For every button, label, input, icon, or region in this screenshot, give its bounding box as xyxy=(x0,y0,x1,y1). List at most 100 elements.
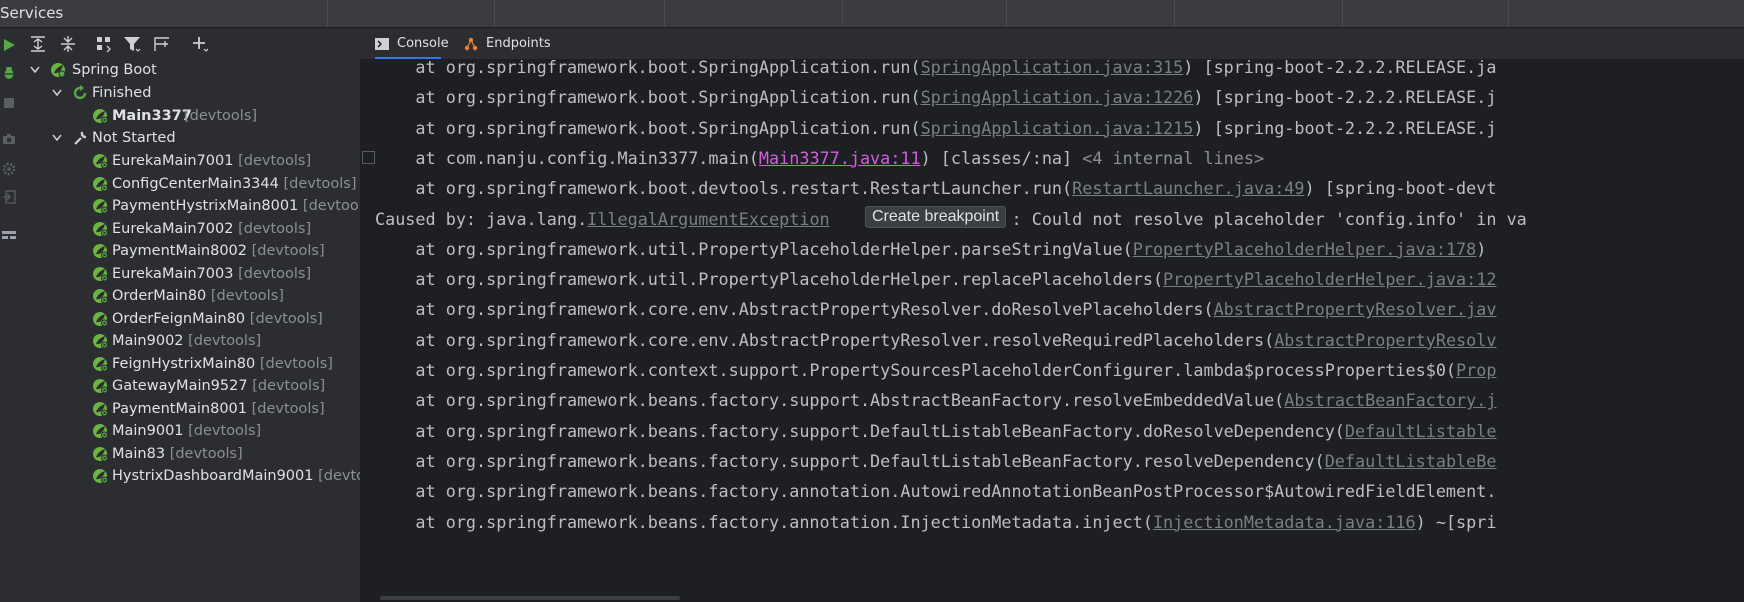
scrollbar-thumb[interactable] xyxy=(380,596,680,600)
service-tag: [devtools] xyxy=(251,400,325,417)
run-icon[interactable] xyxy=(2,38,16,52)
console-text: at org.springframework.core.env.Abstract… xyxy=(375,299,1214,320)
add-icon[interactable] xyxy=(190,34,210,54)
console-text: at com.nanju.config.Main3377.main( xyxy=(375,147,759,168)
chevron-down-icon[interactable] xyxy=(52,89,62,97)
tree-item-service[interactable]: OrderMain80 [devtools] xyxy=(20,285,360,307)
console-line: at org.springframework.boot.devtools.res… xyxy=(375,173,1496,203)
rerun-icon xyxy=(73,85,87,100)
service-tag: [devtools] xyxy=(259,355,333,372)
source-link[interactable]: PropertyPlaceholderHelper.java:178 xyxy=(1133,239,1477,259)
tree-node-finished[interactable]: Finished xyxy=(20,82,360,104)
spring-boot-app-icon xyxy=(93,176,108,191)
camera-icon[interactable] xyxy=(2,132,16,146)
tree-item-service[interactable]: Main9002 [devtools] xyxy=(20,330,360,352)
service-tag: [devtools] xyxy=(238,265,312,282)
tree-item-service[interactable]: PaymentMain8001 [devtools] xyxy=(20,398,360,420)
title-divider xyxy=(1342,0,1343,27)
source-link[interactable]: SpringApplication.java:1215 xyxy=(921,118,1194,138)
expand-all-icon[interactable] xyxy=(28,34,48,54)
fold-icon[interactable] xyxy=(362,151,375,164)
layout-icon[interactable] xyxy=(2,228,16,242)
source-link[interactable]: DefaultListable xyxy=(1345,421,1497,441)
spring-boot-app-icon xyxy=(93,244,108,259)
source-link[interactable]: InjectionMetadata.java:116 xyxy=(1153,512,1416,532)
source-link[interactable]: PropertyPlaceholderHelper.java:12 xyxy=(1163,269,1496,289)
console-text: at org.springframework.beans.factory.ann… xyxy=(375,511,1153,532)
debug-icon[interactable] xyxy=(2,66,16,80)
console-text: at org.springframework.boot.SpringApplic… xyxy=(375,87,921,108)
internal-lines-fold[interactable]: <4 internal lines> xyxy=(1082,148,1264,168)
console-text: at org.springframework.util.PropertyPlac… xyxy=(375,269,1164,290)
title-divider xyxy=(842,0,843,27)
console-text: at org.springframework.boot.SpringApplic… xyxy=(375,60,921,77)
console-output[interactable]: at org.springframework.beans.factory.ann… xyxy=(360,60,1744,602)
source-link[interactable]: AbstractBeanFactory.j xyxy=(1284,390,1496,410)
source-link[interactable]: Main3377.java:11 xyxy=(759,148,921,168)
console-line: at org.springframework.beans.factory.ann… xyxy=(375,476,1496,506)
console-text: ) [spring-boot-2.2.2.RELEASE.ja xyxy=(1183,60,1497,77)
console-text: Caused by: java.lang. xyxy=(375,208,588,229)
horizontal-scrollbar[interactable] xyxy=(360,594,1744,602)
console-text: ) [spring-boot-devt xyxy=(1304,178,1497,199)
tree-item-service[interactable]: ConfigCenterMain3344 [devtools] xyxy=(20,173,360,195)
tree-item-service[interactable]: GatewayMain9527 [devtools] xyxy=(20,375,360,397)
service-name: Main9002 [devtools] xyxy=(112,333,262,349)
title-bar: Services xyxy=(0,0,1744,28)
source-link[interactable]: RestartLauncher.java:49 xyxy=(1072,178,1304,198)
tab-endpoints[interactable]: Endpoints xyxy=(464,28,551,59)
spring-boot-app-icon xyxy=(93,401,108,416)
service-name: EurekaMain7002 [devtools] xyxy=(112,220,312,237)
source-link[interactable]: SpringApplication.java:1226 xyxy=(921,87,1194,107)
service-tag: [devtools] xyxy=(238,153,312,169)
tree-item-service[interactable]: FeignHystrixMain80 [devtools] xyxy=(20,353,360,375)
tree-node-label: Not Started xyxy=(92,130,176,146)
source-link[interactable]: SpringApplication.java:315 xyxy=(921,60,1184,77)
source-link[interactable]: AbstractPropertyResolv xyxy=(1274,330,1496,350)
console-tabs: Console Endpoints xyxy=(360,28,1744,60)
service-tag: [devtools] xyxy=(184,108,258,124)
tree-node-spring-boot[interactable]: Spring Boot xyxy=(20,59,360,81)
tree-node-label: Spring Boot xyxy=(72,62,157,78)
spring-boot-app-icon xyxy=(93,424,108,439)
stop-icon[interactable] xyxy=(2,96,16,110)
source-link[interactable]: Prop xyxy=(1456,360,1496,380)
exit-icon[interactable] xyxy=(2,190,16,204)
source-link[interactable]: AbstractPropertyResolver.jav xyxy=(1214,299,1497,319)
spring-boot-app-icon xyxy=(93,199,108,214)
tree-item-service[interactable]: HystrixDashboardMain9001 [devtools] xyxy=(20,465,360,487)
settings-icon[interactable] xyxy=(2,162,16,176)
console-text: at org.springframework.context.support.P… xyxy=(375,360,1457,380)
tree-item-service[interactable]: Main3377 [devtools] xyxy=(20,105,360,127)
group-icon[interactable] xyxy=(94,34,114,54)
source-link[interactable]: IllegalArgumentException xyxy=(587,209,829,229)
tree-item-service[interactable]: EurekaMain7002 [devtools] xyxy=(20,218,360,240)
tree-item-service[interactable]: PaymentHystrixMain8001 [devtools] xyxy=(20,195,360,217)
spring-boot-app-icon xyxy=(93,469,108,484)
title-divider xyxy=(1006,0,1007,27)
new-group-icon[interactable] xyxy=(152,34,172,54)
chevron-down-icon[interactable] xyxy=(52,134,62,142)
spring-boot-app-icon xyxy=(93,311,108,326)
console-text: at org.springframework.beans.factory.ann… xyxy=(375,481,1497,502)
console-line: at org.springframework.boot.SpringApplic… xyxy=(375,60,1496,82)
tree-item-service[interactable]: Main83 [devtools] xyxy=(20,443,360,465)
service-name: Main9001 [devtools] xyxy=(112,423,262,439)
service-tag: [devtools] xyxy=(249,310,323,327)
console-line: at org.springframework.core.env.Abstract… xyxy=(375,294,1496,324)
tree-node-not-started[interactable]: Not Started xyxy=(20,127,360,149)
tree-item-service[interactable]: Main9001 [devtools] xyxy=(20,420,360,442)
source-link[interactable]: DefaultListableBe xyxy=(1325,451,1497,471)
filter-icon[interactable] xyxy=(122,34,142,54)
services-left-toolbar xyxy=(0,28,21,602)
chevron-down-icon[interactable] xyxy=(30,66,40,74)
collapse-all-icon[interactable] xyxy=(58,34,78,54)
tree-item-service[interactable]: EurekaMain7003 [devtools] xyxy=(20,263,360,285)
tree-item-service[interactable]: PaymentMain8002 [devtools] xyxy=(20,240,360,262)
service-tag: [devtools] xyxy=(251,243,325,259)
tab-console[interactable]: Console xyxy=(375,28,449,59)
tree-item-service[interactable]: EurekaMain7001 [devtools] xyxy=(20,150,360,172)
tree-item-service[interactable]: OrderFeignMain80 [devtools] xyxy=(20,308,360,330)
service-tag: [devtools] xyxy=(188,333,262,349)
console-line: at org.springframework.beans.factory.sup… xyxy=(375,385,1496,415)
